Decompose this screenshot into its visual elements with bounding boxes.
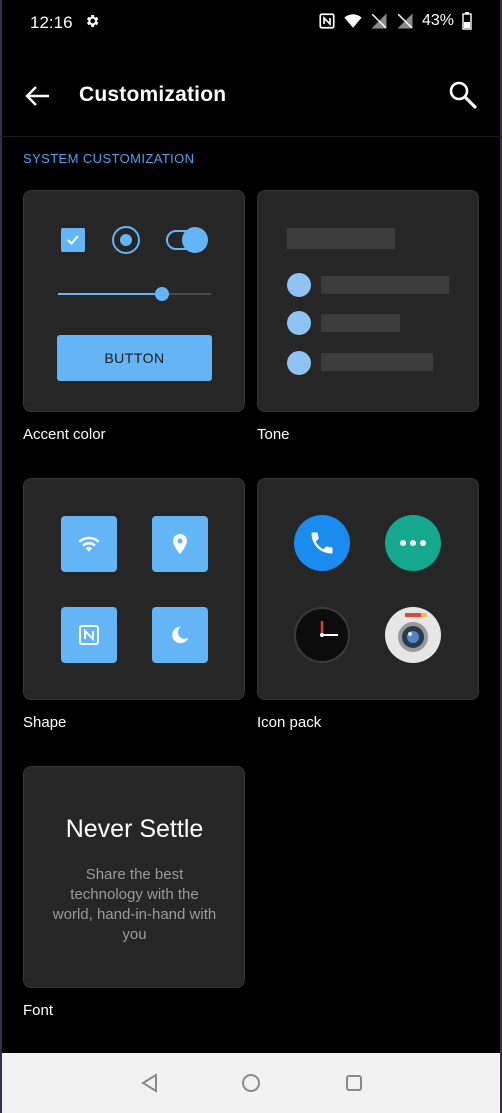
nfc-icon	[79, 625, 99, 645]
slider-thumb-preview	[155, 287, 169, 301]
check-icon	[67, 235, 79, 245]
tone-dot	[287, 273, 311, 297]
battery-icon	[462, 12, 472, 30]
slider-fill-preview	[58, 293, 162, 295]
moon-icon	[172, 626, 189, 644]
toolbar-divider	[0, 136, 502, 137]
tone-title-bar	[287, 228, 395, 249]
nfc-icon	[319, 13, 335, 29]
phone-glyph-icon	[311, 532, 333, 554]
shape-tile	[152, 607, 208, 663]
search-icon[interactable]	[446, 78, 480, 112]
no-signal-icon	[397, 13, 413, 29]
messages-icon	[385, 515, 441, 571]
icon-pack-card[interactable]	[257, 478, 479, 700]
recents-square-icon[interactable]	[342, 1071, 366, 1095]
toggle-knob-preview	[182, 227, 208, 253]
navigation-bar	[2, 1053, 500, 1113]
arrow-left-icon[interactable]	[22, 80, 54, 112]
shape-label: Shape	[23, 714, 67, 731]
tone-line-bar	[321, 353, 433, 371]
camera-icon	[385, 607, 441, 663]
tone-line-bar	[321, 314, 400, 332]
toolbar: Customization	[0, 66, 502, 126]
shape-tile	[61, 607, 117, 663]
phone-icon	[294, 515, 350, 571]
tone-dot	[287, 351, 311, 375]
radio-preview	[112, 226, 140, 254]
tone-card[interactable]	[257, 190, 479, 412]
wifi-icon	[344, 14, 362, 28]
status-bar: 12:16 43%	[0, 0, 502, 46]
tone-dot	[287, 311, 311, 335]
button-preview: BUTTON	[57, 335, 212, 381]
clock-icon	[294, 607, 350, 663]
settings-icon	[87, 15, 99, 27]
status-time: 12:16	[30, 13, 73, 32]
tone-line-bar	[321, 276, 449, 294]
section-header: SYSTEM CUSTOMIZATION	[23, 151, 195, 166]
shape-tile	[152, 516, 208, 572]
camera-lens-icon	[398, 613, 428, 652]
accent-color-card[interactable]: BUTTON	[23, 190, 245, 412]
no-signal-icon	[371, 13, 387, 29]
checkbox-preview	[61, 228, 85, 252]
icon-pack-label: Icon pack	[257, 714, 322, 731]
font-preview-heading: Never Settle	[65, 815, 204, 843]
back-triangle-icon[interactable]	[138, 1071, 162, 1095]
page-title: Customization	[79, 83, 227, 106]
font-preview-body: Share the best technology with the world…	[52, 866, 217, 943]
shape-tile	[61, 516, 117, 572]
font-label: Font	[23, 1002, 54, 1019]
ellipsis-icon	[400, 540, 426, 546]
accent-color-label: Accent color	[23, 426, 106, 443]
home-circle-icon[interactable]	[239, 1071, 263, 1095]
shape-card[interactable]	[23, 478, 245, 700]
font-card[interactable]: Never Settle Share the best technology w…	[23, 766, 245, 988]
location-icon	[173, 534, 187, 554]
wifi-icon	[78, 536, 100, 552]
status-icons: 43%	[318, 12, 472, 30]
clock-hands-icon	[320, 621, 338, 637]
tone-label: Tone	[257, 426, 290, 443]
battery-percent: 43%	[421, 12, 454, 29]
